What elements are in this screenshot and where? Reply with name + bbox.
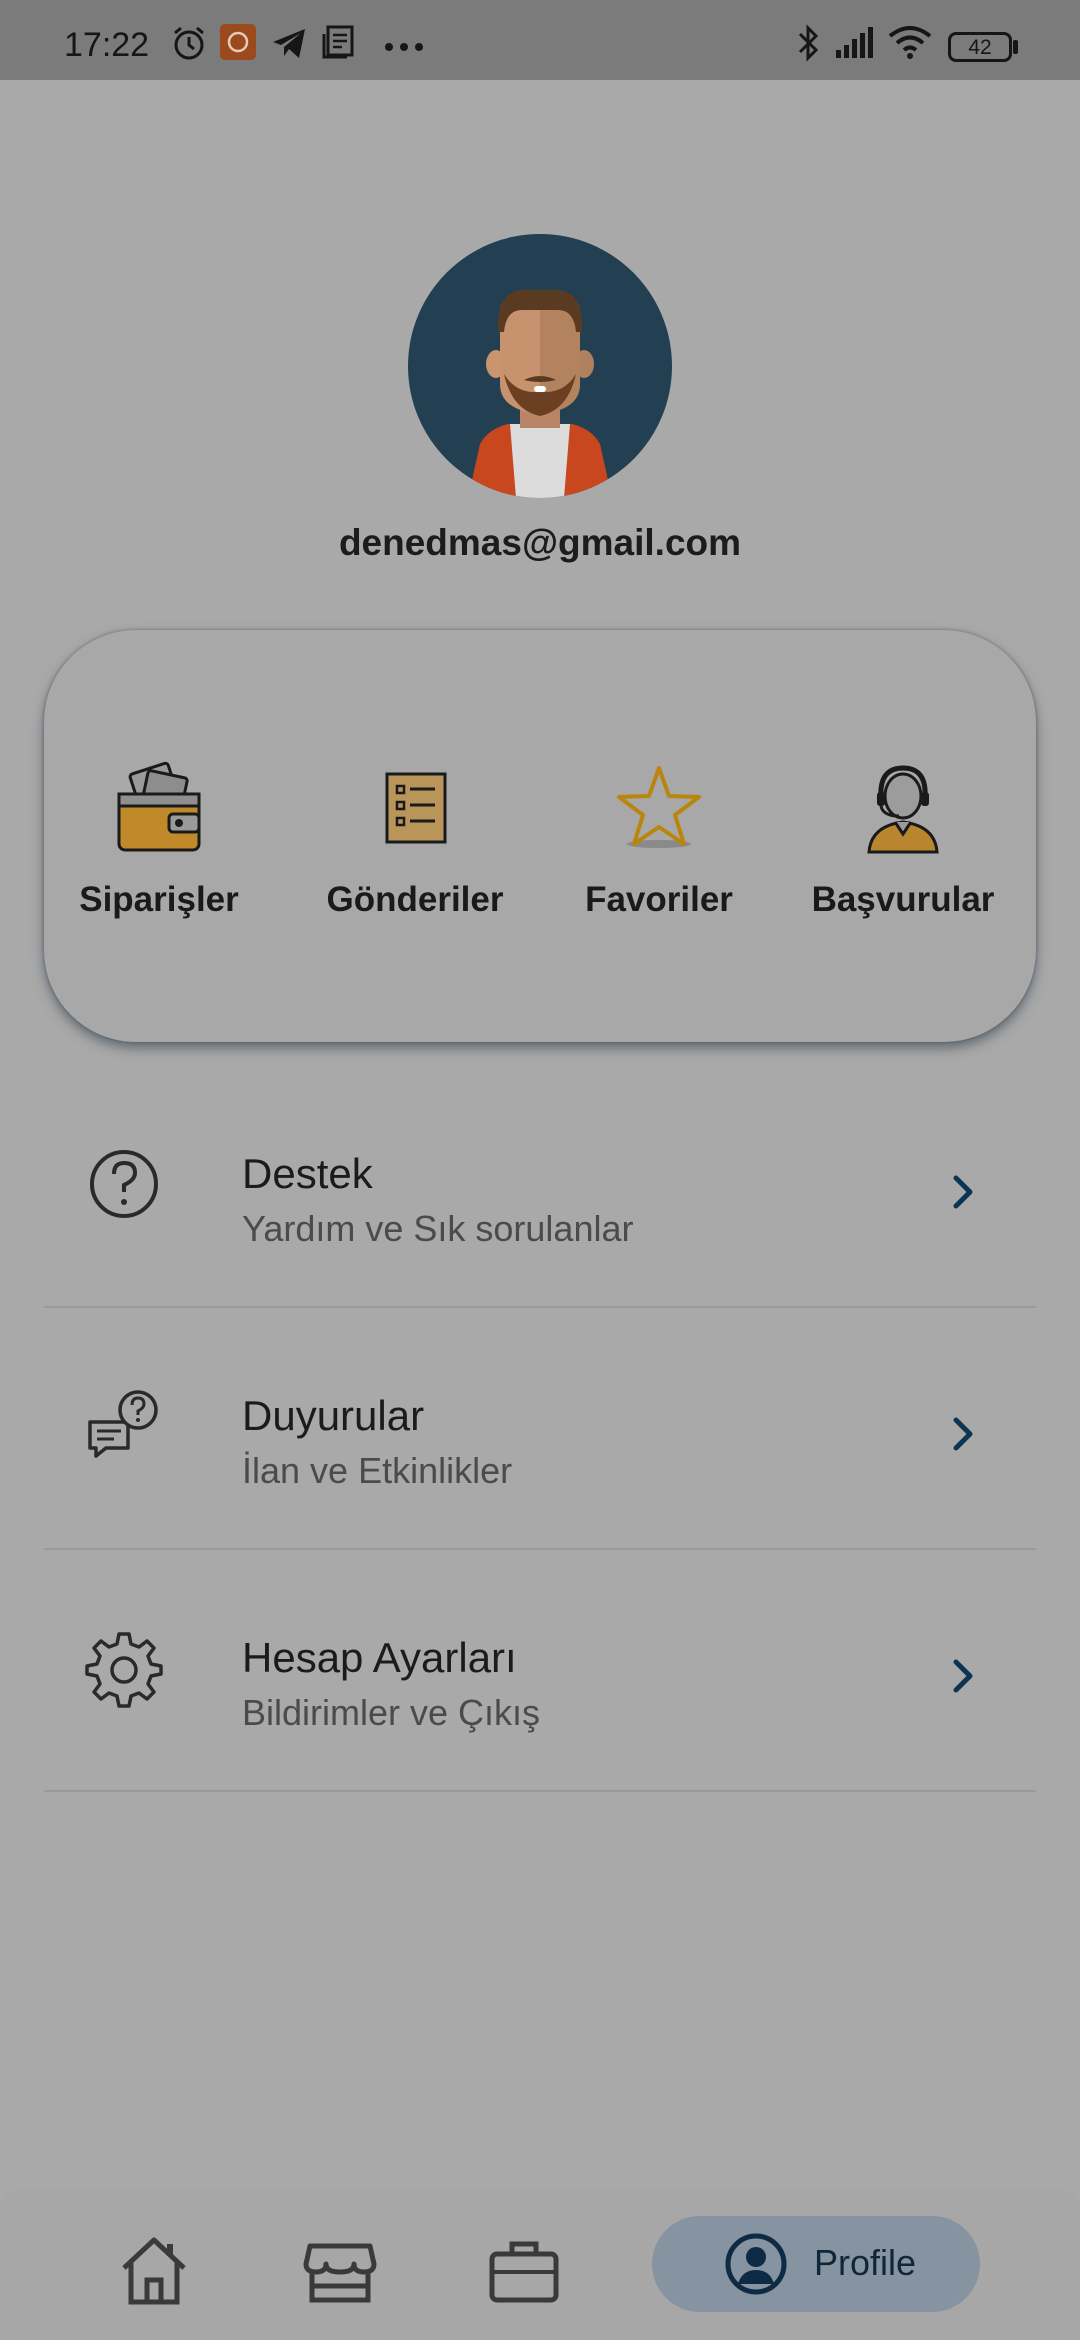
status-time: 17:22: [64, 26, 150, 64]
menu-item-title: Hesap Ayarları: [242, 1634, 517, 1681]
menu-item-title: Duyurular: [242, 1392, 425, 1439]
profile-icon: [725, 2233, 787, 2295]
telegram-icon: [273, 29, 305, 58]
gear-icon: [85, 1632, 163, 1708]
quick-action-label: Favoriler: [585, 880, 733, 919]
user-avatar-icon: [468, 290, 612, 498]
bluetooth-icon: [798, 24, 819, 62]
quick-action-label: Başvurular: [811, 880, 995, 919]
quick-action-label: Gönderiler: [326, 880, 504, 919]
alarm-icon: [174, 26, 204, 60]
quick-action-label: Siparişler: [79, 880, 239, 919]
star-icon: [617, 766, 701, 848]
wallet-icon: [117, 761, 201, 852]
menu-item-subtitle: İlan ve Etkinlikler: [242, 1450, 513, 1491]
briefcase-icon[interactable]: [486, 2232, 562, 2308]
news-icon: [322, 25, 354, 59]
nav-profile-tab[interactable]: Profile: [652, 2216, 980, 2312]
avatar[interactable]: [408, 234, 672, 498]
store-icon[interactable]: [302, 2232, 378, 2308]
battery-level: 42: [968, 36, 992, 59]
question-circle-icon: [90, 1150, 158, 1218]
chevron-right-icon: [953, 1417, 973, 1451]
menu-item-destek[interactable]: Destek Yardım ve Sık sorulanlar: [44, 1064, 1036, 1308]
quick-action-gonderiler[interactable]: Gönderiler: [300, 760, 530, 920]
battery-icon: 42: [948, 32, 1012, 62]
signal-icon: [836, 27, 873, 58]
chevron-right-icon: [953, 1175, 973, 1209]
chevron-right-icon: [953, 1659, 973, 1693]
menu-item-subtitle: Yardım ve Sık sorulanlar: [242, 1208, 634, 1249]
battery-tip: [1013, 40, 1018, 54]
more-dots-icon: [385, 43, 423, 51]
list-icon: [385, 772, 447, 844]
menu-item-hesap-ayarlari[interactable]: Hesap Ayarları Bildirimler ve Çıkış: [44, 1548, 1036, 1792]
bottom-navigation: Profile: [0, 2188, 1080, 2340]
user-email: denedmas@gmail.com: [338, 522, 742, 563]
quick-action-favoriler[interactable]: Favoriler: [544, 760, 774, 920]
menu-item-subtitle: Bildirimler ve Çıkış: [242, 1692, 541, 1733]
status-bar: 17:22 42: [0, 0, 1080, 80]
menu-item-duyurular[interactable]: Duyurular İlan ve Etkinlikler: [44, 1306, 1036, 1550]
quick-action-siparisler[interactable]: Siparişler: [44, 760, 274, 920]
nav-profile-label: Profile: [814, 2242, 917, 2283]
quick-actions-card: Siparişler Gönderiler Favoriler Başvurul…: [44, 630, 1036, 1042]
support-agent-icon: [867, 765, 939, 854]
chat-question-icon: [88, 1390, 158, 1458]
quick-action-basvurular[interactable]: Başvurular: [788, 760, 1018, 920]
menu-item-title: Destek: [242, 1150, 373, 1197]
home-icon[interactable]: [116, 2232, 192, 2308]
wifi-icon: [888, 26, 932, 59]
app-notification-icon: [220, 24, 256, 60]
